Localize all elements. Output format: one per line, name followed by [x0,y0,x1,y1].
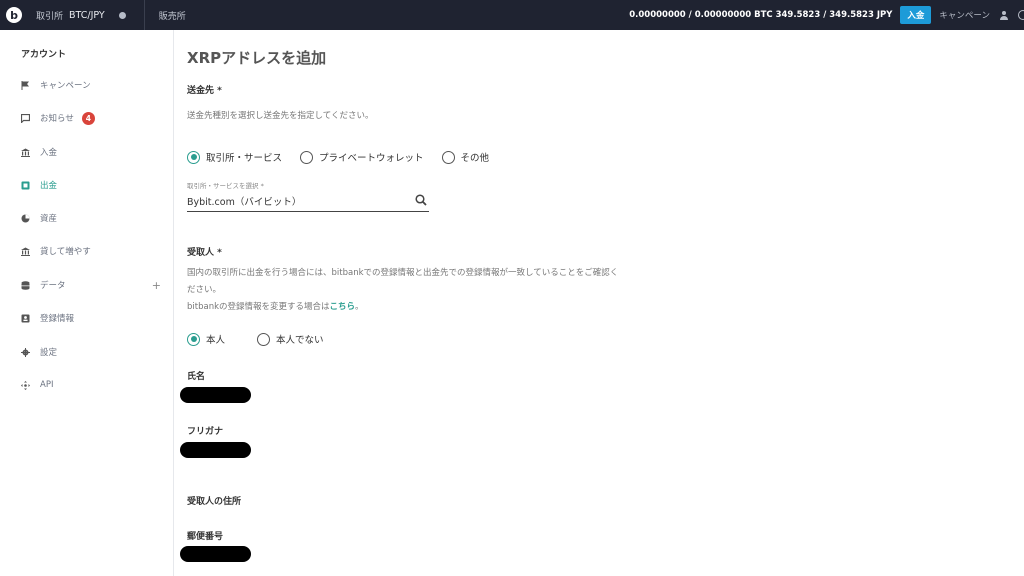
user-icon[interactable] [1000,10,1008,20]
top-bar: b 取引所 BTC/JPY 販売所 0.00000000 / 0.0000000… [0,0,1024,30]
service-select-label: 取引所・サービスを選択 * [187,182,264,190]
balance-display: 0.00000000 / 0.00000000 BTC 349.5823 / 3… [629,10,893,20]
address-heading: 受取人の住所 [187,497,242,507]
sidebar-item-label: 出金 [40,181,58,191]
store-link[interactable]: 販売所 [159,9,186,22]
radio-unchecked-icon [257,332,271,346]
radio-not-self[interactable]: 本人でない [257,332,324,346]
sidebar-item-label: 貸して増やす [40,247,91,257]
radio-checked-icon [187,150,200,164]
service-select-value: Bybit.com（バイビット） [187,196,302,208]
sidebar-item-label: 設定 [40,348,58,358]
database-icon [21,280,30,290]
destination-type-group: 取引所・サービス プライベートウォレット その他 [187,150,507,164]
sidebar: アカウント キャンペーン お知らせ 4 入金 出金 資産 貸して増やす データ … [0,30,174,576]
radio-unchecked-icon [300,150,314,164]
sidebar-item-label: お知らせ [40,114,74,124]
kana-label: フリガナ [187,427,224,437]
radio-other[interactable]: その他 [441,150,490,164]
sidebar-heading: アカウント [21,50,67,60]
sidebar-item-label: データ [40,281,66,291]
topbar-divider [143,0,145,30]
deposit-button[interactable]: 入金 [900,6,932,24]
hint-text: bitbankの登録情報を変更する場合は [187,302,330,312]
hint-text: 。 [355,302,364,312]
recipient-hint-line3: bitbankの登録情報を変更する場合はこちら。 [187,300,364,312]
sidebar-item-label: 資産 [40,214,58,224]
radio-label: 本人でない [276,335,324,346]
expand-plus-icon[interactable]: + [152,279,161,292]
destination-label: 送金先 * [187,86,222,96]
radio-label: 本人 [206,335,226,346]
radio-label: プライベートウォレット [319,153,424,164]
page-title: XRPアドレスを追加 [187,49,327,67]
pair-selector[interactable]: BTC/JPY [69,10,105,21]
sidebar-item-label: 登録情報 [40,314,75,324]
bank-icon [21,247,30,256]
notification-badge: 4 [81,111,95,125]
api-icon [21,380,30,390]
radio-label: その他 [460,153,490,164]
sidebar-item-campaign[interactable]: キャンペーン [21,78,171,92]
withdraw-icon [21,181,30,190]
name-label: 氏名 [187,372,206,382]
sidebar-item-withdraw[interactable]: 出金 [21,178,171,192]
globe-icon[interactable] [1018,10,1024,20]
sidebar-item-label: API [40,380,54,390]
service-select-field[interactable]: Bybit.com（バイビット） [187,190,429,212]
sidebar-item-news[interactable]: お知らせ 4 [21,111,171,125]
postal-code-label: 郵便番号 [187,532,224,542]
redacted-postal-code [180,546,251,562]
radio-checked-icon [187,332,200,346]
sidebar-item-lending[interactable]: 貸して増やす [21,244,171,258]
recipient-hint-line1: 国内の取引所に出金を行う場合には、bitbankでの登録情報と出金先での登録情報… [187,268,619,278]
radio-unchecked-icon [441,150,455,164]
redacted-kana [180,442,251,458]
destination-hint: 送金先種別を選択し送金先を指定してください。 [187,111,374,121]
radio-label: 取引所・サービス [206,153,283,164]
sidebar-item-label: 入金 [40,148,58,158]
change-registration-link[interactable]: こちら [330,302,356,312]
recipient-label: 受取人 * [187,248,222,258]
sidebar-item-label: キャンペーン [40,81,91,91]
sidebar-item-assets[interactable]: 資産 [21,211,171,225]
sidebar-item-deposit[interactable]: 入金 [21,145,171,159]
message-icon [21,113,30,123]
bank-icon [21,148,30,157]
sidebar-item-api[interactable]: API [21,378,171,392]
recipient-hint-line2: ださい。 [187,285,222,295]
id-card-icon [21,314,30,323]
flag-icon [21,80,30,90]
radio-exchange-service[interactable]: 取引所・サービス [187,150,282,164]
pie-chart-icon [21,214,30,223]
radio-self[interactable]: 本人 [187,332,225,346]
radio-private-wallet[interactable]: プライベートウォレット [300,150,424,164]
sidebar-item-data[interactable]: データ + [21,278,171,292]
sidebar-item-settings[interactable]: 設定 [21,345,171,359]
bitbank-logo[interactable]: b [6,7,22,23]
gear-icon [21,347,30,357]
exchange-label[interactable]: 取引所 [36,9,63,22]
sidebar-item-registration[interactable]: 登録情報 [21,311,171,325]
search-icon[interactable] [415,194,427,206]
campaign-link[interactable]: キャンペーン [939,9,990,21]
recipient-type-group: 本人 本人でない [187,332,342,346]
pair-settings-icon[interactable] [118,11,126,19]
redacted-name [180,387,251,403]
